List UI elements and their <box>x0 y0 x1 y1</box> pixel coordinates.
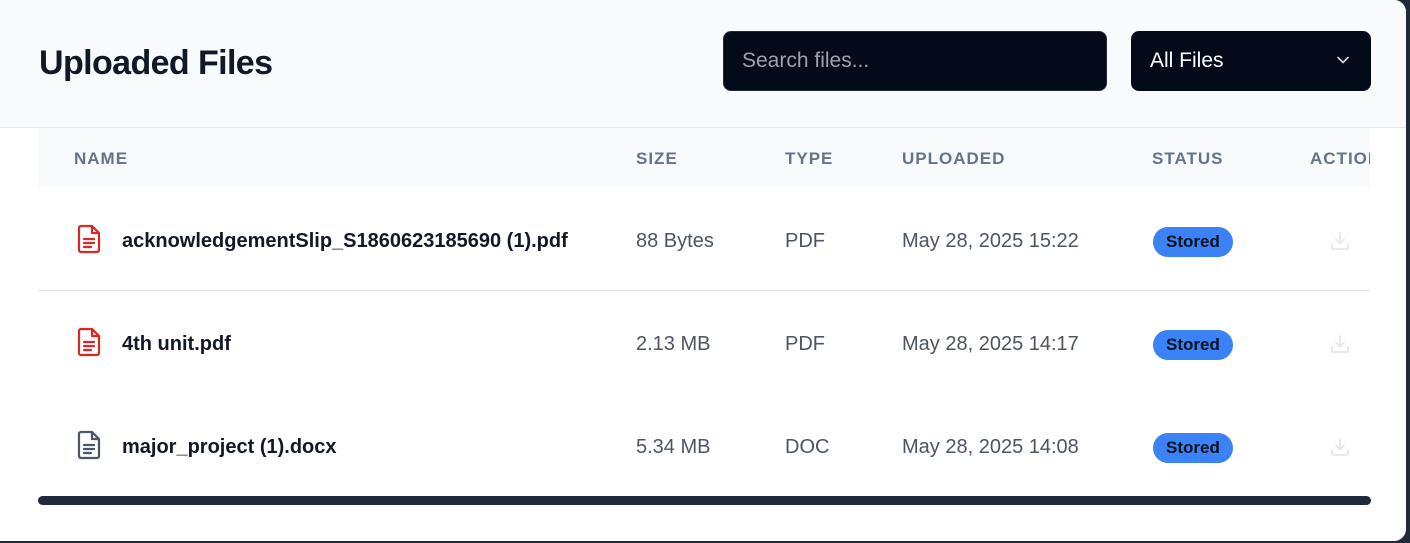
file-type: DOC <box>785 436 830 458</box>
upload-date: May 28, 2025 15:22 <box>902 230 1079 252</box>
column-header-type: TYPE <box>785 149 834 168</box>
file-type: PDF <box>785 333 825 355</box>
download-icon[interactable] <box>1329 230 1351 252</box>
file-name: major_project (1).docx <box>122 436 337 458</box>
table-row[interactable]: acknowledgementSlip_S1860623185690 (1).p… <box>38 187 1370 291</box>
chevron-down-icon <box>1337 56 1349 64</box>
table-row[interactable]: 4th unit.pdf 2.13 MB PDF May 28, 2025 14… <box>38 291 1370 395</box>
horizontal-scrollbar[interactable] <box>38 496 1371 505</box>
file-size: 2.13 MB <box>636 333 711 355</box>
file-size: 5.34 MB <box>636 436 711 458</box>
table-header: NAME SIZE TYPE UPLOADED STATUS ACTIONS <box>38 128 1370 187</box>
pdf-file-icon <box>77 224 101 254</box>
pdf-file-icon <box>77 327 101 357</box>
table-row[interactable]: major_project (1).docx 5.34 MB DOC May 2… <box>38 394 1370 495</box>
column-header-status: STATUS <box>1152 149 1224 168</box>
status-badge: Stored <box>1153 433 1233 463</box>
file-type: PDF <box>785 230 825 252</box>
files-table: NAME SIZE TYPE UPLOADED STATUS ACTIONS a… <box>38 128 1370 495</box>
upload-date: May 28, 2025 14:17 <box>902 333 1079 355</box>
card-header: Uploaded Files All Files <box>0 0 1406 128</box>
column-header-uploaded: UPLOADED <box>902 149 1006 168</box>
column-header-size: SIZE <box>636 149 678 168</box>
file-name: 4th unit.pdf <box>122 333 231 355</box>
status-badge: Stored <box>1153 330 1233 360</box>
search-input[interactable] <box>723 31 1107 91</box>
column-header-name: NAME <box>74 149 129 168</box>
file-type-filter[interactable]: All Files <box>1131 31 1371 91</box>
page-title: Uploaded Files <box>39 44 273 82</box>
document-file-icon <box>77 430 101 460</box>
status-badge: Stored <box>1153 227 1233 257</box>
uploaded-files-card: Uploaded Files All Files NAME SIZE TYPE … <box>0 0 1406 541</box>
download-icon[interactable] <box>1329 333 1351 355</box>
download-icon[interactable] <box>1329 436 1351 458</box>
upload-date: May 28, 2025 14:08 <box>902 436 1079 458</box>
file-name: acknowledgementSlip_S1860623185690 (1).p… <box>122 230 568 252</box>
filter-selected-value: All Files <box>1150 49 1224 72</box>
file-size: 88 Bytes <box>636 230 714 252</box>
column-header-actions: ACTIONS <box>1310 149 1370 168</box>
